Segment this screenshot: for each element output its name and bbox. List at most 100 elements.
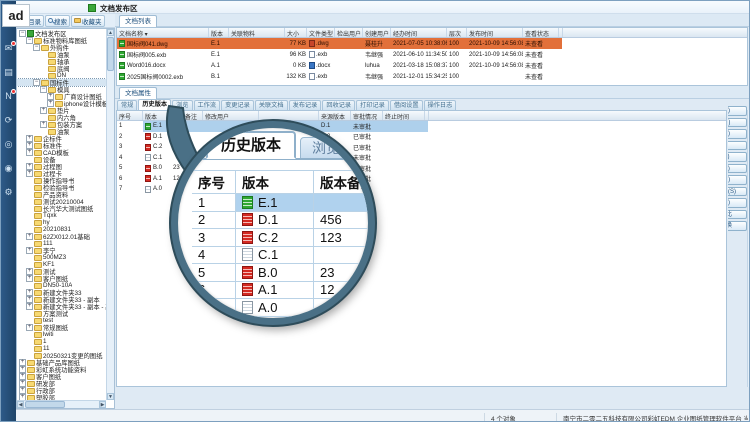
- sync-icon[interactable]: ⟳: [3, 115, 14, 126]
- tree-toggle-icon[interactable]: +: [19, 359, 26, 366]
- tab-doc-list[interactable]: 文档列表: [119, 15, 157, 27]
- tree-item[interactable]: 111: [17, 240, 106, 247]
- tree-toggle-icon[interactable]: +: [26, 303, 33, 310]
- tree-item[interactable]: Tqxk: [17, 212, 106, 219]
- column-header[interactable]: 文件类型: [307, 28, 335, 37]
- scroll-right-icon[interactable]: ▶: [99, 401, 106, 408]
- tab-操作日志[interactable]: 操作日志: [424, 100, 457, 110]
- scroll-up-icon[interactable]: ▲: [107, 29, 114, 36]
- tree-toggle-icon[interactable]: +: [26, 149, 33, 156]
- action-button[interactable]: 打印(P): [728, 129, 747, 139]
- column-header[interactable]: 来源版本: [319, 111, 351, 120]
- scroll-thumb[interactable]: [107, 37, 114, 71]
- tree-item[interactable]: hy: [17, 219, 106, 226]
- tree-toggle-icon[interactable]: +: [26, 289, 33, 296]
- tab-借阅设置[interactable]: 借阅设置: [390, 100, 423, 110]
- tree-vertical-scrollbar[interactable]: ▲ ▼: [106, 29, 114, 400]
- tree-toggle-icon[interactable]: +: [26, 324, 33, 331]
- tree-toggle-icon[interactable]: −: [26, 37, 33, 44]
- tree-toggle-icon[interactable]: +: [26, 268, 33, 275]
- tree-item[interactable]: 1: [17, 338, 106, 345]
- user-icon[interactable]: ◉: [3, 163, 14, 174]
- tree-toggle-icon[interactable]: +: [47, 93, 54, 100]
- file-row[interactable]: Word016.docxA.10 KB.docxluhua2021-03-18 …: [117, 60, 747, 71]
- tree-toggle-icon[interactable]: −: [19, 30, 26, 37]
- tree-item[interactable]: +CAD模板: [17, 149, 106, 156]
- tree-horizontal-scrollbar[interactable]: ◀ ▶: [17, 400, 106, 408]
- toolbar-button-search[interactable]: 搜索: [45, 15, 70, 27]
- tree-item[interactable]: +行政部: [17, 387, 106, 394]
- tree-item[interactable]: +李宁: [17, 247, 106, 254]
- column-header[interactable]: 层次: [447, 28, 467, 37]
- tree-toggle-icon[interactable]: +: [26, 233, 33, 240]
- tab-回收记录[interactable]: 回收记录: [322, 100, 355, 110]
- scroll-left-icon[interactable]: ◀: [17, 401, 24, 408]
- tree-item[interactable]: 长汽华大测试图纸: [17, 205, 106, 212]
- tree-item[interactable]: 底阀: [17, 65, 106, 72]
- file-row[interactable]: 国标阀005.exbE.196 KB.exb韦继强2021-06-10 11:3…: [117, 49, 747, 60]
- tree-toggle-icon[interactable]: −: [33, 44, 40, 51]
- tree-item[interactable]: 方案测试: [17, 310, 106, 317]
- tab-打印记录[interactable]: 打印记录: [356, 100, 389, 110]
- tree-toggle-icon[interactable]: +: [26, 275, 33, 282]
- tree-toggle-icon[interactable]: +: [26, 247, 33, 254]
- target-icon[interactable]: ◎: [3, 139, 14, 150]
- tree-toggle-icon[interactable]: +: [26, 170, 33, 177]
- action-button[interactable]: 批注(Z): [728, 164, 747, 174]
- tree-toggle-icon[interactable]: +: [19, 387, 26, 394]
- tree-item[interactable]: +客户图纸: [17, 275, 106, 282]
- tree-toggle-icon[interactable]: +: [19, 373, 26, 380]
- column-header[interactable]: 审批情况: [351, 111, 383, 120]
- tab-常规[interactable]: 常规: [117, 100, 137, 110]
- column-header[interactable]: 终止时间: [383, 111, 425, 120]
- column-header[interactable]: 查看状态: [523, 28, 559, 37]
- notice-icon[interactable]: N: [3, 91, 14, 102]
- tree-item[interactable]: +常规图纸: [17, 324, 106, 331]
- column-header[interactable]: 创建用户: [363, 28, 391, 37]
- tree-toggle-icon[interactable]: −: [33, 79, 40, 86]
- column-header[interactable]: 经办时间: [391, 28, 447, 37]
- action-button[interactable]: 版本对比: [728, 210, 747, 220]
- action-button[interactable]: 借阅(J): [728, 152, 747, 162]
- column-header[interactable]: 文档名称 ▾: [117, 28, 209, 37]
- tree-item[interactable]: KF1: [17, 261, 106, 268]
- file-row[interactable]: 2025国标阀0002.exbB.1132 KB.exb韦继强2021-12-0…: [117, 71, 747, 82]
- workspace-icon[interactable]: ▤: [3, 67, 14, 78]
- column-header[interactable]: 检出用户: [335, 28, 363, 37]
- action-button[interactable]: 退回(B): [728, 198, 747, 208]
- tree-toggle-icon[interactable]: −: [40, 86, 47, 93]
- message-icon[interactable]: ✉: [3, 43, 14, 54]
- scroll-thumb[interactable]: [25, 401, 65, 408]
- tree-item[interactable]: +彩虹系统功能资料: [17, 366, 106, 373]
- action-button[interactable]: 版本置换: [728, 221, 747, 231]
- column-header[interactable]: 发布时间: [467, 28, 523, 37]
- action-button[interactable]: 签入(R): [728, 175, 747, 185]
- tree-toggle-icon[interactable]: +: [40, 121, 47, 128]
- column-header[interactable]: 序号: [117, 111, 143, 120]
- tree-toggle-icon[interactable]: +: [47, 100, 54, 107]
- tree-item[interactable]: 500MZ3: [17, 254, 106, 261]
- tab-发布记录[interactable]: 发布记录: [289, 100, 322, 110]
- tree-toggle-icon[interactable]: +: [26, 135, 33, 142]
- action-button[interactable]: 提取(Q): [728, 118, 747, 128]
- tree-toggle-icon[interactable]: +: [40, 107, 47, 114]
- action-button[interactable]: 浏览(V): [728, 106, 747, 116]
- action-button[interactable]: 另存查看(S): [728, 187, 747, 197]
- tree-toggle-icon[interactable]: +: [26, 142, 33, 149]
- tree-item[interactable]: +客户图纸: [17, 373, 106, 380]
- tree-toggle-icon[interactable]: +: [26, 296, 33, 303]
- gear-icon[interactable]: ⚙: [3, 187, 14, 198]
- tree-item[interactable]: +研发部: [17, 380, 106, 387]
- tree-toggle-icon[interactable]: +: [19, 380, 26, 387]
- tree-toggle-icon[interactable]: +: [19, 366, 26, 373]
- file-row[interactable]: 国标阀041.dwgE.177 KB.dwg聂桂升2021-07-05 10:3…: [117, 38, 747, 49]
- toolbar-button-favorites[interactable]: 收藏夹: [71, 15, 105, 27]
- column-header[interactable]: 版本: [209, 28, 229, 37]
- scroll-down-icon[interactable]: ▼: [107, 393, 114, 400]
- tree-item[interactable]: +62ZX012.01基础: [17, 233, 106, 240]
- tree-toggle-icon[interactable]: +: [26, 163, 33, 170]
- action-button[interactable]: 打开: [728, 141, 747, 151]
- column-header[interactable]: 大小: [285, 28, 307, 37]
- column-header[interactable]: 关联物料: [229, 28, 285, 37]
- tree-item[interactable]: lwiti: [17, 331, 106, 338]
